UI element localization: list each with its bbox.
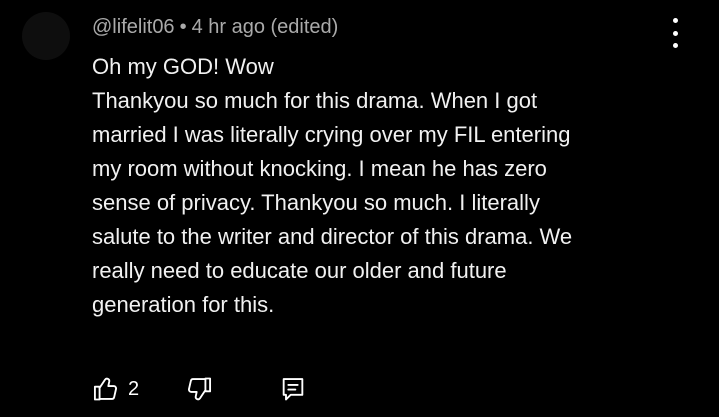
- comment-line: salute to the writer and director of thi…: [92, 224, 573, 249]
- timestamp[interactable]: 4 hr ago (edited): [192, 16, 339, 38]
- dislike-button[interactable]: [185, 375, 213, 403]
- like-count: 2: [128, 377, 140, 400]
- avatar[interactable]: [22, 12, 70, 60]
- comment-body: Oh my GOD! Wow Thankyou so much for this…: [92, 50, 692, 322]
- like-button[interactable]: 2: [92, 375, 139, 403]
- comment-line: my room without knocking. I mean he has …: [92, 156, 547, 181]
- comment-actions: 2: [92, 372, 307, 406]
- more-vertical-icon[interactable]: [664, 18, 686, 48]
- separator-dot: •: [179, 16, 187, 38]
- reply-button[interactable]: [279, 375, 307, 403]
- thumbs-down-icon: [185, 375, 213, 403]
- comment-line: Thankyou so much for this drama. When I …: [92, 88, 538, 113]
- menu-dot: [672, 18, 678, 23]
- username[interactable]: @lifelit06: [92, 16, 175, 38]
- comment-line: married I was literally crying over my F…: [92, 122, 571, 147]
- comment-line: really need to educate our older and fut…: [92, 258, 507, 283]
- reply-comment-icon: [279, 375, 307, 403]
- menu-dot: [672, 30, 678, 36]
- comment-line: generation for this.: [92, 292, 275, 317]
- comment-header: @lifelit06 • 4 hr ago (edited): [92, 14, 338, 40]
- comment-line: sense of privacy. Thankyou so much. I li…: [92, 190, 540, 215]
- menu-dot: [672, 43, 678, 48]
- comment-line: Oh my GOD! Wow: [92, 54, 274, 79]
- thumbs-up-icon: [92, 375, 120, 403]
